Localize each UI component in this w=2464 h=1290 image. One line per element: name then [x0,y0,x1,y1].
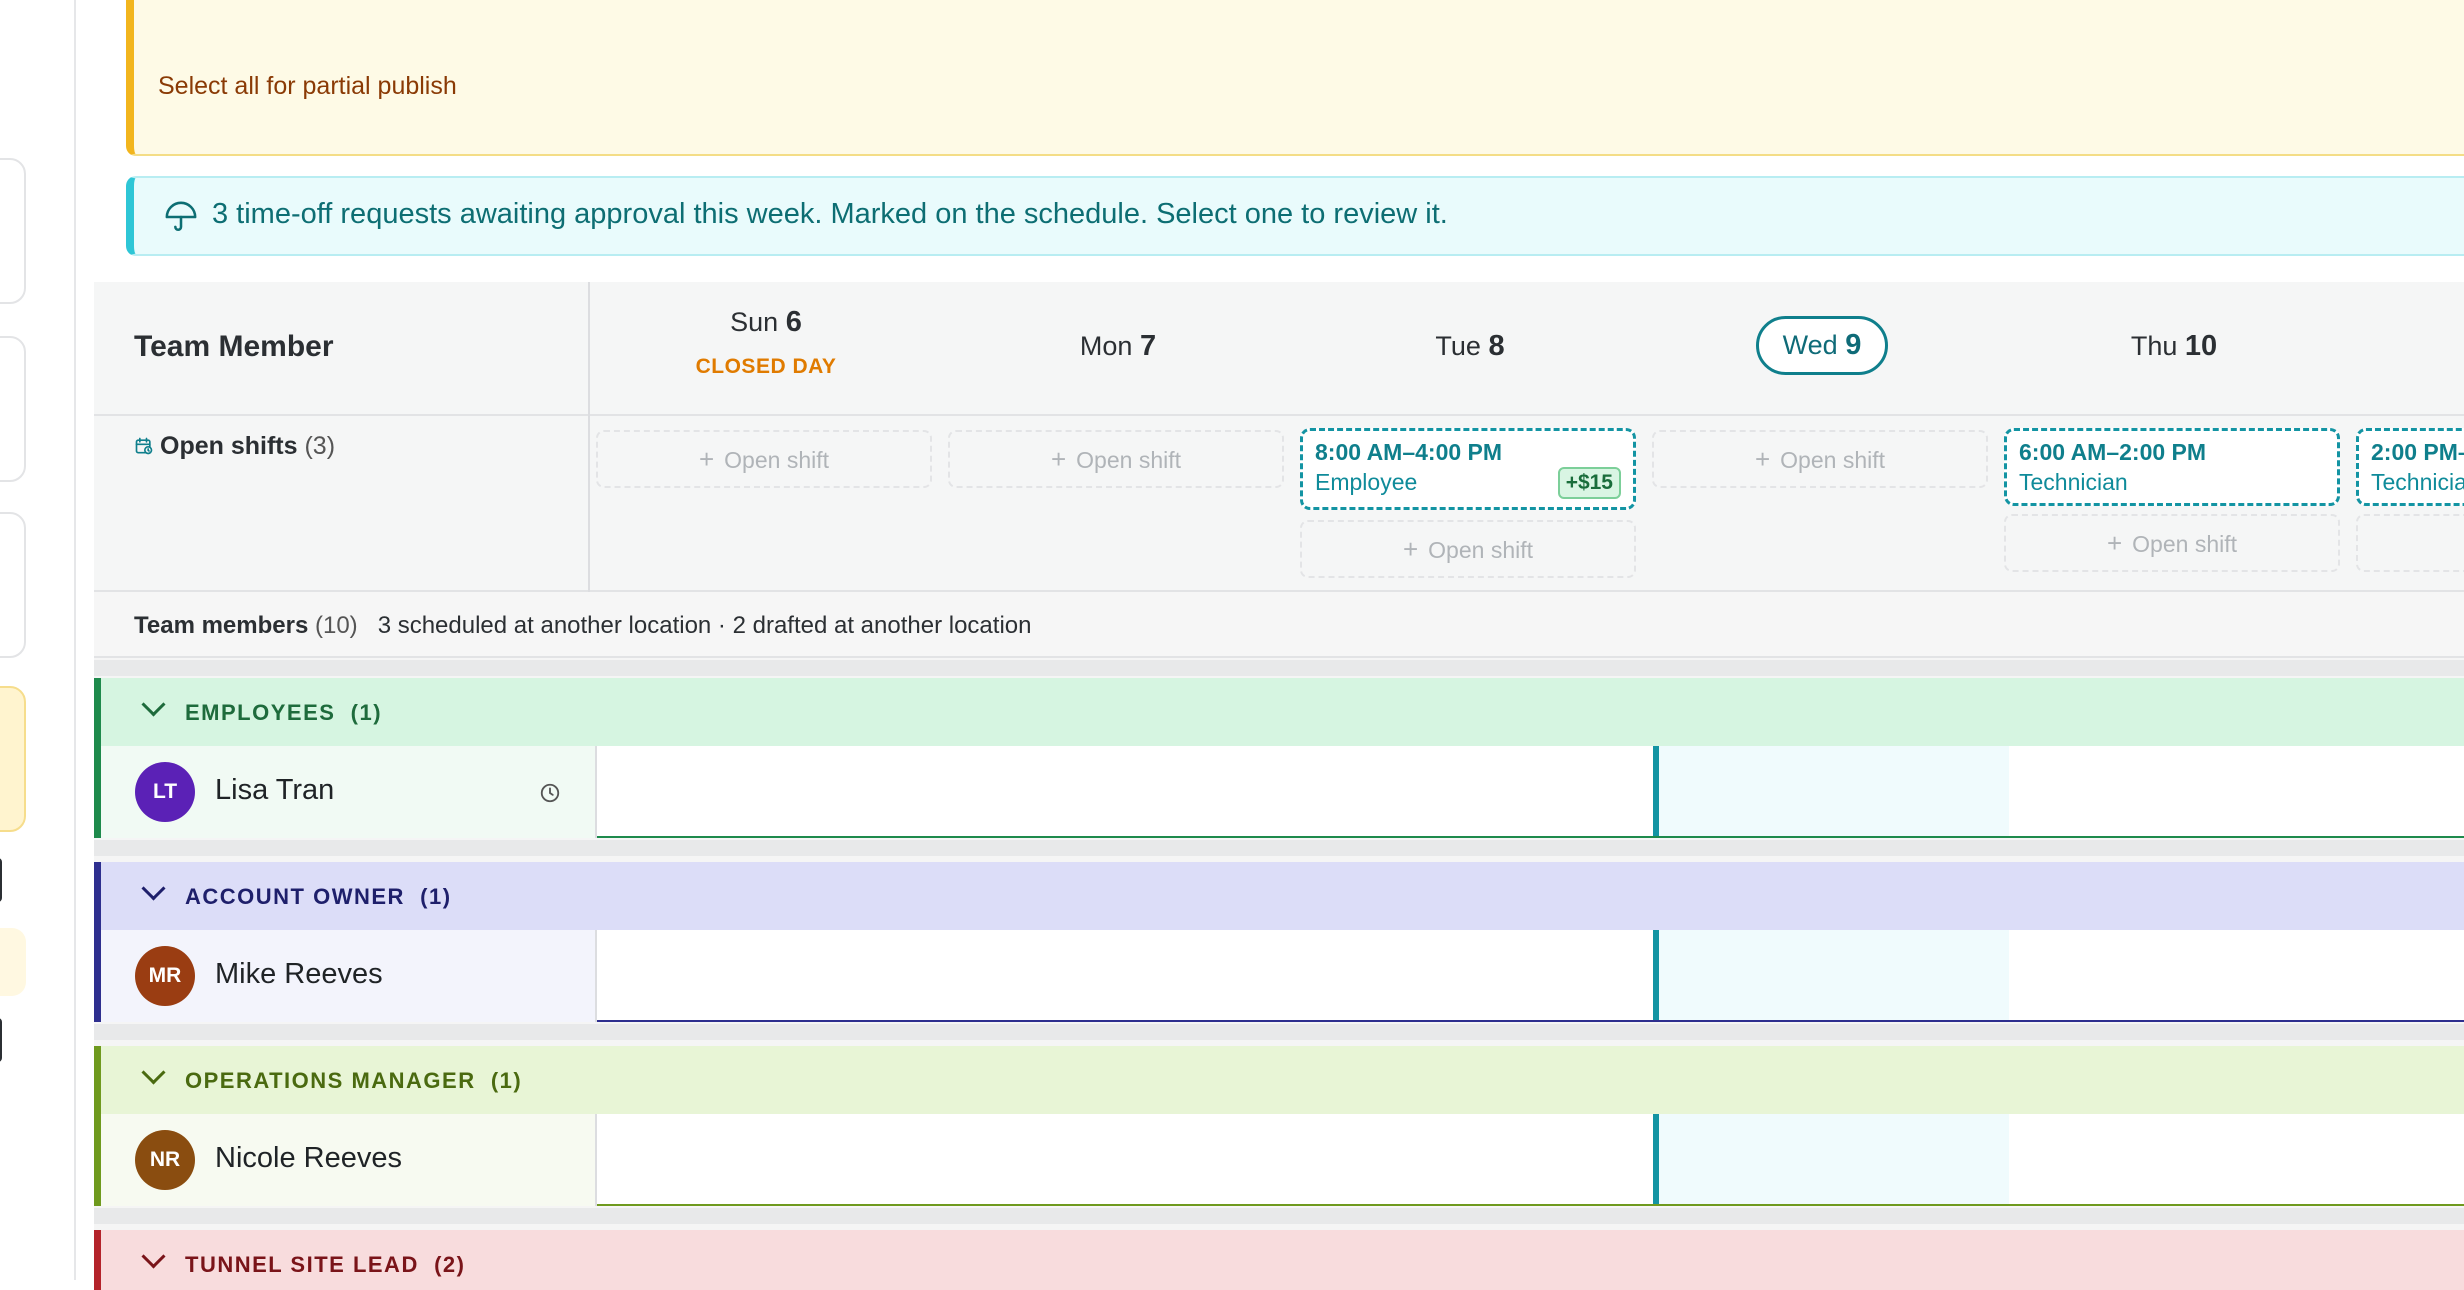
group-gap [94,660,2464,676]
day-header-mon[interactable]: Mon 7 [948,330,1288,363]
group-header-account-owner[interactable]: ACCOUNT OWNER (1) [94,862,2464,930]
group-gap [94,1208,2464,1224]
group-header-operations-manager[interactable]: OPERATIONS MANAGER (1) [94,1046,2464,1114]
open-shift-card[interactable]: 2:00 PM– Technicia [2356,428,2464,506]
rail-card[interactable] [0,336,26,482]
rail-card[interactable] [0,512,26,658]
chevron-down-icon [141,692,166,717]
shift-time: 6:00 AM–2:00 PM [2019,439,2207,465]
shift-time: 8:00 AM–4:00 PM [1315,439,1503,465]
day-header-wed-today[interactable]: Wed 9 [1652,316,1992,375]
member-name: Mike Reeves [215,958,383,990]
shift-role: Employee [1315,469,1418,495]
today-column-cell[interactable] [1653,930,2009,1020]
add-open-shift-thu[interactable]: + Open shift [2004,514,2340,572]
add-open-shift-label: Open shift [724,447,830,473]
rail-marker [0,858,2,902]
add-open-shift-label: Open shift [1428,537,1534,563]
day-header-tue[interactable]: Tue 8 [1300,330,1640,363]
team-members-note: 3 scheduled at another location · 2 draf… [377,612,1032,639]
today-column-cell[interactable] [1653,746,2009,836]
group-label: TUNNEL SITE LEAD (2) [185,1252,466,1277]
open-shift-card[interactable]: 8:00 AM–4:00 PM Employee +$15 [1300,428,1636,510]
open-shifts-label: Open shifts (3) [134,432,335,461]
day-number: 7 [1139,330,1157,362]
publish-banner [126,0,2464,156]
add-open-shift-mon[interactable]: + Open shift [948,430,1284,488]
day-number: 9 [1845,329,1862,361]
member-name: Lisa Tran [215,774,335,806]
member-name-cell[interactable]: NR Nicole Reeves [101,1114,597,1206]
umbrella-icon [165,201,197,231]
timeoff-banner[interactable]: 3 time-off requests awaiting approval th… [126,176,2464,256]
team-members-title: Team members [134,612,309,639]
open-shifts-count: (3) [304,432,336,460]
add-open-shift-label: Open shift [1780,447,1886,473]
rail-card[interactable] [0,158,26,304]
calendar-clock-icon [135,437,153,455]
open-shifts-title: Open shifts [160,432,298,460]
rail-soft-block [0,928,26,996]
day-header-thu[interactable]: Thu 10 [2004,330,2344,363]
member-name-cell[interactable]: MR Mike Reeves [101,930,597,1022]
team-member-header: Team Member [134,330,334,363]
group-gap [94,1024,2464,1040]
open-shift-card[interactable]: 6:00 AM–2:00 PM Technician [2004,428,2340,506]
group-label: EMPLOYEES (1) [185,700,383,725]
member-row[interactable]: NR Nicole Reeves [94,1114,2464,1206]
day-number: 8 [1488,330,1505,362]
team-members-count: (10) [314,612,358,639]
group-header-employees[interactable]: EMPLOYEES (1) [94,678,2464,746]
today-column-cell[interactable] [1653,1114,2009,1204]
shift-role: Technician [2019,469,2128,495]
day-name: Thu [2130,331,2178,361]
rail-marker [0,1018,2,1062]
today-pill: Wed 9 [1755,316,1889,375]
day-number: 10 [2184,330,2218,362]
day-number: 6 [785,306,802,338]
member-name: Nicole Reeves [215,1142,402,1174]
shift-role: Technicia [2371,469,2464,495]
day-name: Wed [1782,330,1838,360]
day-name: Sun [730,307,779,337]
add-open-shift-fri[interactable] [2356,514,2464,572]
member-row[interactable]: MR Mike Reeves [94,930,2464,1022]
rail-card-highlight[interactable] [0,686,26,832]
shift-time: 2:00 PM– [2371,439,2464,465]
group-header-tunnel-site-lead[interactable]: TUNNEL SITE LEAD (2) [94,1230,2464,1290]
timeoff-message: 3 time-off requests awaiting approval th… [212,198,1448,230]
day-name: Mon [1079,331,1133,361]
column-divider [588,282,590,592]
member-name-cell[interactable]: LT Lisa Tran [101,746,597,838]
add-open-shift-wed[interactable]: + Open shift [1652,430,1988,488]
add-open-shift-sun[interactable]: + Open shift [596,430,932,488]
add-open-shift-label: Open shift [2132,531,2238,557]
partial-publish-link[interactable]: Select all for partial publish [158,72,457,101]
team-members-summary: Team members (10) 3 scheduled at another… [134,612,1031,640]
closed-day-label: CLOSED DAY [695,355,837,378]
day-header-sun[interactable]: Sun 6 CLOSED DAY [596,306,936,379]
member-row[interactable]: LT Lisa Tran [94,746,2464,838]
avatar: MR [135,946,195,1006]
group-label: ACCOUNT OWNER (1) [185,884,452,909]
shift-bonus-badge: +$15 [1557,467,1621,499]
avatar: NR [135,1130,195,1190]
chevron-down-icon [141,1060,166,1085]
chevron-down-icon [141,876,166,901]
group-label: OPERATIONS MANAGER (1) [185,1068,523,1093]
day-name: Tue [1435,331,1481,361]
clock-icon[interactable] [539,782,561,804]
avatar: LT [135,762,195,822]
chevron-down-icon [141,1244,166,1269]
group-gap [94,840,2464,856]
add-open-shift-tue[interactable]: + Open shift [1300,520,1636,578]
add-open-shift-label: Open shift [1076,447,1182,473]
